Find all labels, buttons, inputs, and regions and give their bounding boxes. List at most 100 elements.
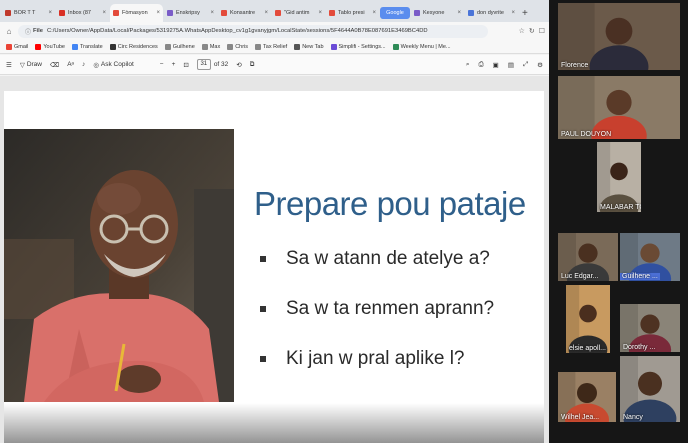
browser-tab[interactable]: Kesyone × — [411, 4, 464, 22]
participant-video — [558, 76, 680, 139]
draw-icon: ▽ — [19, 61, 25, 69]
bookmark-item[interactable]: New Tab — [294, 43, 324, 50]
zoom-in-button[interactable]: + — [172, 61, 176, 68]
rotate-icon[interactable]: ⟲ — [236, 61, 241, 69]
bookmark-item[interactable]: Simplifi - Settings... — [330, 43, 386, 50]
tab-close-icon[interactable]: × — [48, 10, 52, 16]
participant-tile[interactable]: Dorothy ... — [620, 304, 680, 352]
bullet-marker — [260, 356, 266, 362]
tab-close-icon[interactable]: × — [264, 10, 268, 16]
participant-tile[interactable]: Wilhel Jea... — [558, 372, 616, 422]
bookmark-label: Translate — [80, 43, 103, 50]
tab-close-icon[interactable]: × — [457, 10, 461, 16]
bookmark-label: Weekly Menu | Me... — [400, 43, 451, 50]
tab-label: Tablo presi — [338, 10, 365, 16]
home-icon[interactable]: ⌂ — [4, 27, 14, 36]
bookmark-item[interactable]: Circ Residences — [109, 43, 158, 50]
star-icon[interactable]: ☆ — [519, 27, 525, 35]
address-bar-row: ⌂ ⓘ File C:/Users/Owner/AppData/Local/Pa… — [0, 22, 549, 40]
page-view-icon[interactable]: ⧉ — [250, 61, 255, 69]
bookmark-label: Guilhene — [172, 43, 195, 50]
browser-tab[interactable]: Enskripsy × — [164, 4, 217, 22]
contents-icon[interactable]: ☰ — [6, 61, 12, 69]
tab-close-icon[interactable]: × — [210, 10, 214, 16]
participant-name: Florence — [561, 62, 589, 69]
browser-tab[interactable]: Tablo presi × — [326, 4, 379, 22]
bookmark-label: Tax Relief — [263, 43, 288, 50]
tab-label: Konsantre — [230, 10, 256, 16]
bookmark-icon — [6, 43, 12, 50]
bookmark-label: YouTube — [43, 43, 65, 50]
man-portrait-image — [4, 129, 234, 402]
tab-favicon-icon — [329, 10, 335, 16]
tab-favicon-icon — [167, 10, 173, 16]
bookmark-item[interactable]: Gmail — [6, 43, 28, 50]
bookmark-icon — [35, 43, 42, 50]
refresh-icon[interactable]: ↻ — [529, 27, 535, 35]
tab-close-icon[interactable]: × — [102, 10, 106, 16]
new-tab-button[interactable]: + — [522, 8, 528, 19]
browser-tab[interactable]: "Gid antim × — [272, 4, 325, 22]
tab-label: BOR T T — [14, 10, 36, 16]
slide-bullet: Sa w atann de atelye a? — [260, 248, 490, 270]
page-total: of 32 — [213, 61, 229, 68]
participant-tile[interactable]: Luc Edgar... — [558, 233, 618, 281]
draw-button[interactable]: ▽ Draw — [20, 61, 42, 69]
bookmark-item[interactable]: Tax Relief — [255, 43, 288, 50]
browser-tab[interactable]: Inbox (87 × — [56, 4, 109, 22]
save-as-icon[interactable]: ▤ — [508, 61, 514, 69]
eraser-icon[interactable]: ⌫ — [50, 61, 59, 69]
bookmark-item[interactable]: Translate — [72, 43, 103, 50]
bookmark-item[interactable]: Guilhene — [164, 43, 195, 50]
browser-tab[interactable]: Fòmasyon × — [110, 4, 163, 22]
settings-icon[interactable]: ⚙ — [537, 61, 543, 69]
read-aloud-icon[interactable]: ♪ — [82, 61, 85, 68]
bookmark-item[interactable]: Chris — [227, 43, 248, 50]
browser-tab[interactable]: BOR T T × — [2, 4, 55, 22]
tab-label: Enskripsy — [176, 10, 200, 16]
fit-page-icon[interactable]: ⊡ — [183, 61, 188, 69]
bookmark-label: Simplifi - Settings... — [338, 43, 386, 50]
participant-tile[interactable]: Guilhene ... — [620, 233, 680, 281]
participant-name: Nancy — [623, 414, 643, 421]
address-field[interactable]: ⓘ File C:/Users/Owner/AppData/Local/Pack… — [18, 24, 488, 38]
tab-favicon-icon — [59, 10, 65, 16]
bookmark-icon — [109, 43, 116, 50]
bookmark-item[interactable]: YouTube — [35, 43, 65, 50]
participant-tile[interactable]: elsie apoll... — [566, 285, 610, 353]
participant-tile[interactable]: MALABAR TOUSSENDO F... — [597, 142, 641, 212]
participant-name: Guilhene ... — [620, 273, 660, 280]
pdf-toolbar: ☰ ▽ Draw ⌫ Aᵃ ♪ ◎ Ask Copilot − + ⊡ 31 of … — [0, 55, 549, 75]
tab-favicon-icon — [113, 10, 119, 16]
page-number-input[interactable]: 31 — [196, 59, 211, 70]
browser-tab[interactable]: Konsantre × — [218, 4, 271, 22]
ask-copilot-label: Ask Copilot — [100, 61, 134, 68]
fullscreen-icon[interactable]: ⤢ — [523, 61, 528, 69]
bookmark-item[interactable]: Max — [201, 43, 220, 50]
tab-close-icon[interactable]: × — [156, 10, 160, 16]
tab-close-icon[interactable]: × — [511, 10, 515, 16]
participant-tile[interactable]: Florence — [558, 3, 680, 70]
browser-tab[interactable]: Google — [380, 7, 410, 19]
save-icon[interactable]: ▣ — [493, 61, 499, 69]
participant-tile[interactable]: PAUL DOUYON — [558, 76, 680, 139]
tab-favicon-icon — [221, 10, 227, 16]
tab-bar: BOR T T × Inbox (87 × Fòmasyon × Enskripsy × Kon… — [0, 0, 549, 22]
participant-video — [558, 3, 680, 70]
print-icon[interactable]: ⎙ — [478, 61, 483, 69]
bookmark-item[interactable]: Weekly Menu | Me... — [392, 43, 451, 50]
collections-icon[interactable]: ☐ — [539, 27, 545, 35]
slide-page: Prepare pou pataje Sa w atann de atelye … — [4, 91, 544, 443]
ask-copilot-button[interactable]: ◎ Ask Copilot — [93, 61, 134, 69]
text-icon[interactable]: Aᵃ — [67, 61, 74, 68]
tab-close-icon[interactable]: × — [318, 10, 322, 16]
tab-list: BOR T T × Inbox (87 × Fòmasyon × Enskripsy × Kon… — [2, 4, 519, 22]
bullet-marker — [260, 256, 266, 262]
participant-video — [620, 356, 680, 422]
bookmark-icon — [201, 43, 208, 50]
zoom-out-button[interactable]: − — [160, 61, 164, 68]
participant-tile[interactable]: Nancy — [620, 356, 680, 422]
search-icon[interactable]: ⌕ — [466, 61, 470, 69]
tab-close-icon[interactable]: × — [372, 10, 376, 16]
browser-tab[interactable]: don dyvrite × — [465, 4, 518, 22]
